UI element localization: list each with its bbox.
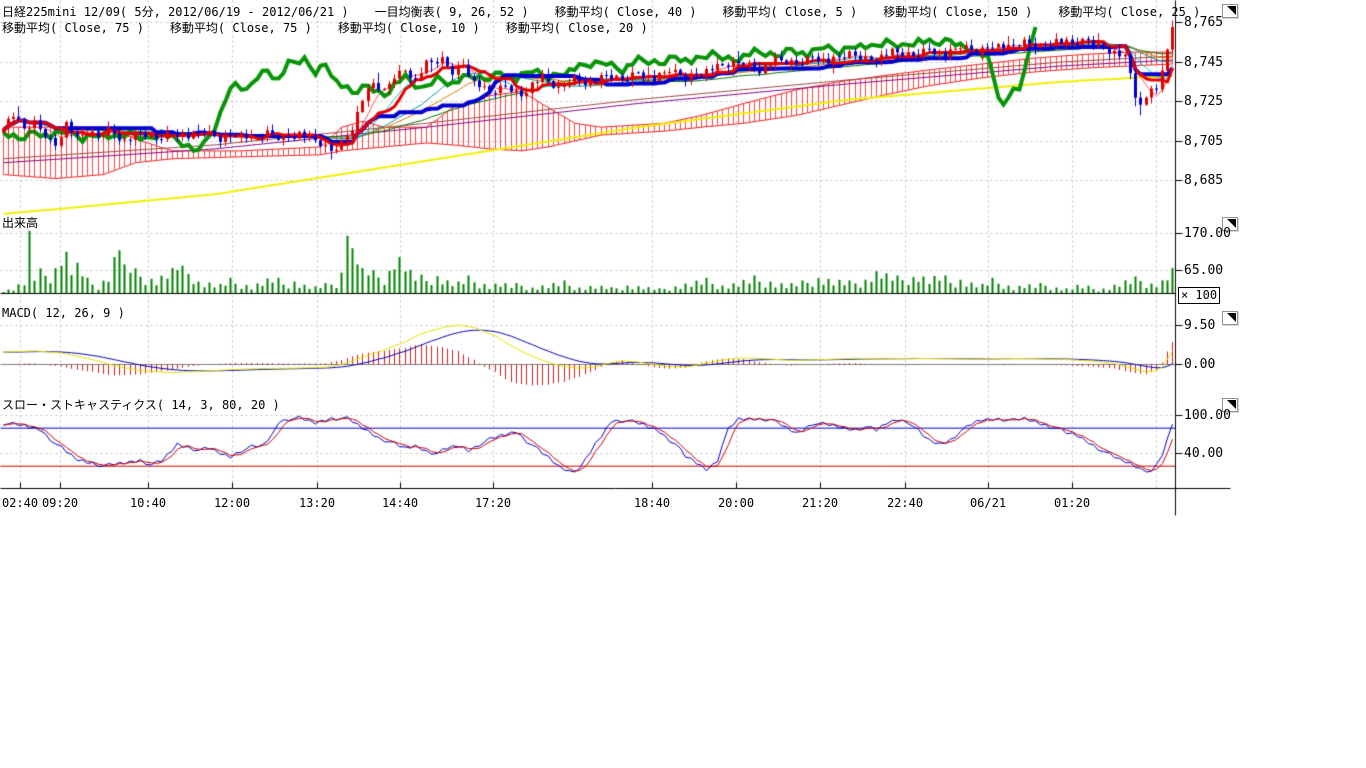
macd-axis-label: 0.00 xyxy=(1184,357,1215,372)
legend-indicator: 移動平均( Close, 150 ) xyxy=(883,3,1032,20)
time-axis-label: 06/21 xyxy=(968,496,1008,510)
volume-axis-label: 170.00 xyxy=(1184,226,1231,241)
legend-indicator: 一目均衡表( 9, 26, 52 ) xyxy=(375,3,529,20)
legend-indicator: 移動平均( Close, 20 ) xyxy=(506,19,648,36)
legend-row-1: 日経225mini 12/09( 5分, 2012/06/19 - 2012/0… xyxy=(2,3,1200,20)
time-axis-label: 01:20 xyxy=(1052,496,1092,510)
volume-panel-label: 出来高 xyxy=(2,217,38,230)
legend-indicator: 移動平均( Close, 10 ) xyxy=(338,19,480,36)
stochastics-panel-label: スロー・ストキャスティクス( 14, 3, 80, 20 ) xyxy=(2,399,280,412)
time-axis-label: 22:40 xyxy=(885,496,925,510)
resize-triangle-icon xyxy=(1227,313,1236,322)
time-axis-label: 09:20 xyxy=(40,496,80,510)
time-axis-label: 20:00 xyxy=(716,496,756,510)
legend-indicator: 移動平均( Close, 40 ) xyxy=(555,3,697,20)
resize-triangle-icon xyxy=(1227,6,1236,15)
legend-indicator: 移動平均( Close, 75 ) xyxy=(170,19,312,36)
price-axis-label: 8,685 xyxy=(1184,173,1223,188)
macd-panel-resize-button[interactable] xyxy=(1222,311,1238,325)
price-axis-label: 8,705 xyxy=(1184,134,1223,149)
stochastics-axis-label: 40.00 xyxy=(1184,446,1223,461)
price-axis-label: 8,725 xyxy=(1184,94,1223,109)
chart-canvas[interactable] xyxy=(0,0,1240,520)
time-axis-label: 02:40 xyxy=(0,496,40,510)
stochastics-axis-label: 100.00 xyxy=(1184,408,1231,423)
macd-axis-label: 9.50 xyxy=(1184,318,1215,333)
time-axis-label: 17:20 xyxy=(473,496,513,510)
legend-indicator: 移動平均( Close, 5 ) xyxy=(723,3,858,20)
time-axis-label: 12:00 xyxy=(212,496,252,510)
price-axis-label: 8,745 xyxy=(1184,55,1223,70)
time-axis-label: 18:40 xyxy=(632,496,672,510)
volume-axis-label: 65.00 xyxy=(1184,263,1223,278)
legend-row-2: 移動平均( Close, 75 ) 移動平均( Close, 75 ) 移動平均( … xyxy=(2,19,648,36)
legend-indicator: 移動平均( Close, 25 ) xyxy=(1058,3,1200,20)
time-axis-label: 21:20 xyxy=(800,496,840,510)
price-panel-resize-button[interactable] xyxy=(1222,4,1238,18)
volume-multiplier-badge: × 100 xyxy=(1178,287,1220,304)
macd-panel-label: MACD( 12, 26, 9 ) xyxy=(2,307,125,320)
time-axis-label: 10:40 xyxy=(128,496,168,510)
chart-window: 日経225mini 12/09( 5分, 2012/06/19 - 2012/0… xyxy=(0,0,1366,768)
price-axis-label: 8,765 xyxy=(1184,15,1223,30)
time-axis-label: 14:40 xyxy=(380,496,420,510)
time-axis-label: 13:20 xyxy=(297,496,337,510)
legend-indicator: 移動平均( Close, 75 ) xyxy=(2,19,144,36)
legend-instrument: 日経225mini 12/09( 5分, 2012/06/19 - 2012/0… xyxy=(2,3,349,20)
